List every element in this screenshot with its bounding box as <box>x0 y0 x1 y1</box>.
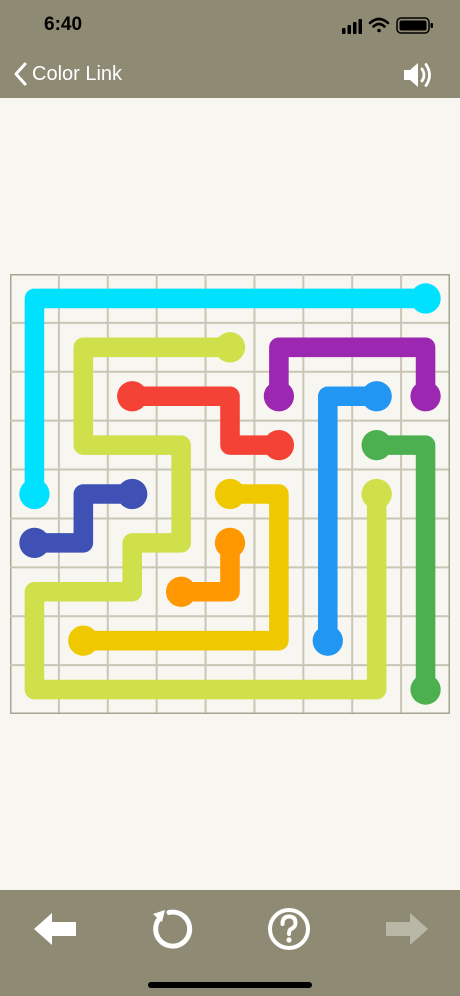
endpoint-orange-start[interactable] <box>214 527 246 559</box>
board-svg[interactable] <box>8 272 452 716</box>
top-bar: 6:40 Color Link <box>0 0 460 98</box>
endpoint-red-start[interactable] <box>117 381 148 412</box>
endpoint-cyan-start[interactable] <box>410 283 441 314</box>
wifi-icon <box>368 17 390 33</box>
help-icon <box>268 908 310 950</box>
restart-button[interactable] <box>147 904 197 954</box>
endpoint-lime-start[interactable] <box>214 332 246 363</box>
endpoint-green-end[interactable] <box>410 674 441 705</box>
endpoint-orange-end[interactable] <box>165 576 197 607</box>
endpoint-amber-start[interactable] <box>214 478 246 510</box>
bottom-toolbar <box>0 890 460 996</box>
help-button[interactable] <box>264 904 314 954</box>
endpoint-indigo-end[interactable] <box>19 527 50 559</box>
prev-level-button[interactable] <box>30 904 80 954</box>
signal-icon <box>342 19 362 34</box>
status-time: 6:40 <box>44 14 83 35</box>
battery-icon <box>396 17 433 34</box>
back-label: Color Link <box>32 62 123 85</box>
endpoint-red-end[interactable] <box>263 429 295 461</box>
endpoint-blue-start[interactable] <box>361 381 392 412</box>
next-arrow-icon <box>386 913 428 945</box>
endpoint-purple-start[interactable] <box>263 381 295 412</box>
endpoint-lime-end[interactable] <box>361 478 392 510</box>
sound-button[interactable] <box>400 58 436 92</box>
game-board[interactable] <box>8 272 452 716</box>
endpoint-green-start[interactable] <box>361 429 392 461</box>
prev-arrow-icon <box>34 913 76 945</box>
back-button[interactable]: Color Link <box>12 60 122 88</box>
endpoint-blue-end[interactable] <box>312 625 343 656</box>
restart-icon <box>153 909 193 949</box>
home-indicator <box>148 982 312 988</box>
endpoint-purple-end[interactable] <box>410 381 441 412</box>
status-icons <box>342 14 434 36</box>
endpoint-cyan-end[interactable] <box>19 478 50 510</box>
speaker-icon <box>404 63 431 87</box>
endpoint-indigo-start[interactable] <box>117 478 148 510</box>
next-level-button[interactable] <box>382 904 432 954</box>
color-paths[interactable] <box>19 283 441 705</box>
endpoint-amber-end[interactable] <box>68 625 99 656</box>
status-icons-svg <box>342 17 433 34</box>
chevron-left-icon <box>14 62 27 86</box>
